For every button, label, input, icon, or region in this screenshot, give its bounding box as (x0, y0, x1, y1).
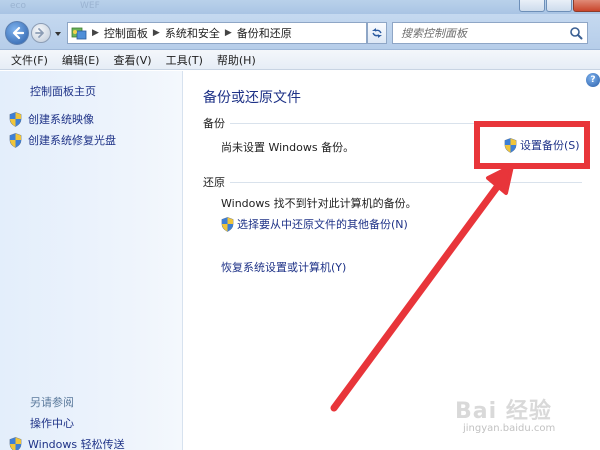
restore-section-label: 还原 (203, 176, 225, 189)
menu-tools[interactable]: 工具(T) (160, 52, 209, 68)
uac-shield-icon (504, 137, 517, 153)
sidebar-control-panel-home[interactable]: 控制面板主页 (30, 83, 96, 99)
minimize-button[interactable] (519, 0, 545, 12)
sidebar-create-system-image[interactable]: 创建系统映像 (9, 111, 94, 127)
address-bar[interactable]: ▶ 控制面板 ▶ 系统和安全 ▶ 备份和还原 (67, 22, 433, 44)
back-arrow-icon (12, 26, 24, 40)
title-bar: eco WEF (0, 0, 600, 14)
uac-shield-icon (9, 436, 22, 450)
select-other-backup-label: 选择要从中还原文件的其他备份(N) (237, 218, 408, 231)
menu-edit[interactable]: 编辑(E) (56, 52, 106, 68)
section-divider (230, 182, 582, 183)
uac-shield-icon (221, 216, 234, 232)
help-icon[interactable]: ? (586, 73, 600, 87)
breadcrumb-separator-icon[interactable]: ▶ (225, 28, 232, 38)
uac-shield-icon (9, 111, 22, 127)
breadcrumb-separator-icon[interactable]: ▶ (92, 28, 99, 38)
section-divider (230, 123, 582, 124)
recover-system-link[interactable]: 恢复系统设置或计算机(Y) (221, 259, 346, 275)
backup-section-label: 备份 (203, 117, 225, 130)
control-panel-icon (71, 27, 87, 40)
uac-shield-icon (9, 132, 22, 148)
watermark-brand: Bai 经验 (455, 399, 552, 424)
recent-pages-chevron-icon[interactable] (54, 30, 62, 38)
baidu-watermark: Bai 经验 jingyan.baidu.com (455, 393, 555, 434)
maximize-button[interactable] (546, 0, 572, 12)
sidebar-item-label: 创建系统映像 (28, 113, 94, 126)
menu-view[interactable]: 查看(V) (107, 52, 157, 68)
sidebar: 控制面板主页 创建系统映像 创建系统修复光盘 另请参阅 操作中心 Windows… (0, 71, 183, 450)
search-box[interactable] (392, 22, 588, 44)
sidebar-action-center[interactable]: 操作中心 (30, 415, 74, 431)
title-ghost-text-2: WEF (80, 1, 100, 11)
forward-arrow-icon (35, 28, 44, 38)
refresh-icon (372, 28, 382, 38)
close-button[interactable] (573, 0, 600, 12)
see-also-header: 另请参阅 (30, 396, 74, 409)
menu-help[interactable]: 帮助(H) (211, 52, 262, 68)
breadcrumb-system-security[interactable]: 系统和安全 (165, 25, 220, 41)
search-input[interactable] (393, 23, 565, 43)
sidebar-create-repair-disc[interactable]: 创建系统修复光盘 (9, 132, 116, 148)
back-button[interactable] (5, 21, 29, 45)
title-ghost-text: eco (10, 1, 26, 11)
backup-status-text: 尚未设置 Windows 备份。 (221, 141, 355, 154)
search-icon[interactable] (569, 26, 583, 40)
page-title: 备份或还原文件 (203, 90, 301, 106)
navigation-bar: ▶ 控制面板 ▶ 系统和安全 ▶ 备份和还原 (0, 14, 600, 50)
restore-status-text: Windows 找不到针对此计算机的备份。 (221, 197, 417, 210)
select-other-backup-link[interactable]: 选择要从中还原文件的其他备份(N) (221, 216, 408, 232)
sidebar-windows-easy-transfer[interactable]: Windows 轻松传送 (9, 436, 125, 450)
breadcrumb-separator-icon[interactable]: ▶ (153, 28, 160, 38)
setup-backup-link[interactable]: 设置备份(S) (504, 137, 580, 153)
refresh-button[interactable] (367, 22, 387, 44)
setup-backup-label: 设置备份(S) (520, 139, 580, 152)
breadcrumb-backup-restore[interactable]: 备份和还原 (237, 25, 292, 41)
menu-bar: 文件(F) 编辑(E) 查看(V) 工具(T) 帮助(H) (0, 50, 600, 70)
forward-button[interactable] (31, 23, 51, 43)
sidebar-item-label: Windows 轻松传送 (28, 438, 125, 450)
breadcrumb-control-panel[interactable]: 控制面板 (104, 25, 148, 41)
menu-file[interactable]: 文件(F) (5, 52, 54, 68)
watermark-url: jingyan.baidu.com (463, 423, 556, 434)
sidebar-item-label: 创建系统修复光盘 (28, 134, 116, 147)
